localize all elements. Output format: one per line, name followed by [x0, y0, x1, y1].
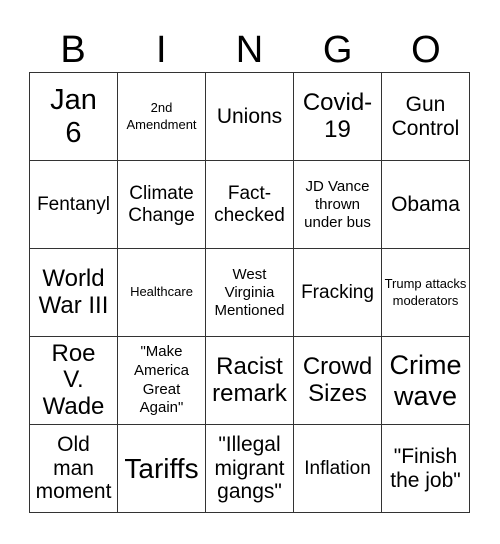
bingo-cell[interactable]: Gun Control	[382, 73, 470, 161]
bingo-header: B I N G O	[29, 28, 470, 72]
bingo-cell[interactable]: Fentanyl	[30, 161, 118, 249]
bingo-cell[interactable]: Covid-19	[294, 73, 382, 161]
bingo-grid: Jan 6 2nd Amendment Unions Covid-19 Gun …	[29, 72, 470, 513]
bingo-cell[interactable]: Inflation	[294, 425, 382, 513]
bingo-cell[interactable]: Jan 6	[30, 73, 118, 161]
bingo-cell[interactable]: Tariffs	[118, 425, 206, 513]
bingo-cell[interactable]: Crowd Sizes	[294, 337, 382, 425]
bingo-cell[interactable]: West Virginia Mentioned	[206, 249, 294, 337]
header-letter-g: G	[322, 29, 353, 71]
header-letter-i: I	[156, 29, 167, 71]
bingo-cell[interactable]: Healthcare	[118, 249, 206, 337]
bingo-cell[interactable]: World War III	[30, 249, 118, 337]
bingo-cell[interactable]: Trump attacks moderators	[382, 249, 470, 337]
bingo-cell[interactable]: Unions	[206, 73, 294, 161]
bingo-cell[interactable]: 2nd Amendment	[118, 73, 206, 161]
header-letter-n: N	[235, 29, 264, 71]
bingo-cell[interactable]: Old man moment	[30, 425, 118, 513]
header-letter-o: O	[411, 29, 441, 71]
bingo-cell[interactable]: Fracking	[294, 249, 382, 337]
bingo-cell[interactable]: "Finish the job"	[382, 425, 470, 513]
bingo-cell[interactable]: Climate Change	[118, 161, 206, 249]
header-letter-b: B	[60, 29, 86, 71]
bingo-cell[interactable]: Crime wave	[382, 337, 470, 425]
bingo-cell[interactable]: "Illegal migrant gangs"	[206, 425, 294, 513]
bingo-cell[interactable]: "Make America Great Again"	[118, 337, 206, 425]
bingo-cell[interactable]: Fact-checked	[206, 161, 294, 249]
bingo-cell[interactable]: JD Vance thrown under bus	[294, 161, 382, 249]
bingo-cell[interactable]: Roe V. Wade	[30, 337, 118, 425]
bingo-cell[interactable]: Racist remark	[206, 337, 294, 425]
bingo-cell[interactable]: Obama	[382, 161, 470, 249]
